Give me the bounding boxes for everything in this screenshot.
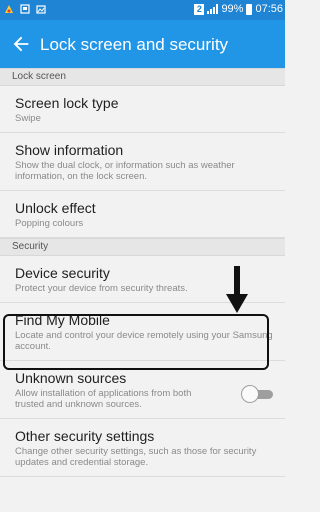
notification-icons bbox=[4, 4, 46, 14]
app-bar: Lock screen and security bbox=[0, 20, 285, 68]
toggle-thumb bbox=[241, 385, 259, 403]
sim-badge: 2 bbox=[194, 3, 205, 15]
arrow-back-icon[interactable] bbox=[10, 33, 32, 55]
down-arrow-icon bbox=[226, 266, 248, 313]
signal-icon bbox=[207, 4, 219, 14]
battery-percent: 99% bbox=[221, 3, 244, 15]
setting-screen-lock-type[interactable]: Screen lock type Swipe bbox=[0, 86, 285, 133]
setting-title: Screen lock type bbox=[15, 95, 119, 111]
setting-show-information[interactable]: Show information Show the dual clock, or… bbox=[0, 133, 285, 191]
gallery-icon bbox=[36, 5, 46, 14]
setting-title: Show information bbox=[15, 142, 124, 158]
clock: 07:56 bbox=[255, 3, 283, 15]
highlight-box bbox=[3, 314, 269, 370]
battery-icon bbox=[246, 3, 253, 15]
status-bar: 2 99% 07:56 bbox=[0, 0, 285, 20]
setting-subtitle: Popping colours bbox=[15, 218, 84, 229]
setting-subtitle: Change other security settings, such as … bbox=[15, 446, 257, 468]
app-notification-icon bbox=[5, 5, 13, 13]
setting-title: Unlock effect bbox=[15, 200, 96, 216]
status-indicators: 2 99% 07:56 bbox=[194, 3, 283, 15]
setting-subtitle: Swipe bbox=[15, 113, 41, 124]
setting-other-security[interactable]: Other security settings Change other sec… bbox=[0, 419, 285, 477]
setting-title: Other security settings bbox=[15, 428, 155, 444]
unknown-sources-toggle[interactable] bbox=[241, 385, 275, 403]
setting-unlock-effect[interactable]: Unlock effect Popping colours bbox=[0, 191, 285, 238]
screenshot-icon bbox=[20, 4, 30, 14]
setting-title: Unknown sources bbox=[15, 370, 127, 386]
section-header-lock-screen: Lock screen bbox=[0, 68, 285, 86]
setting-subtitle: Allow installation of applications from … bbox=[15, 388, 192, 410]
setting-subtitle: Show the dual clock, or information such… bbox=[15, 160, 235, 182]
page-title: Lock screen and security bbox=[40, 35, 229, 54]
section-header-security: Security bbox=[0, 238, 285, 256]
